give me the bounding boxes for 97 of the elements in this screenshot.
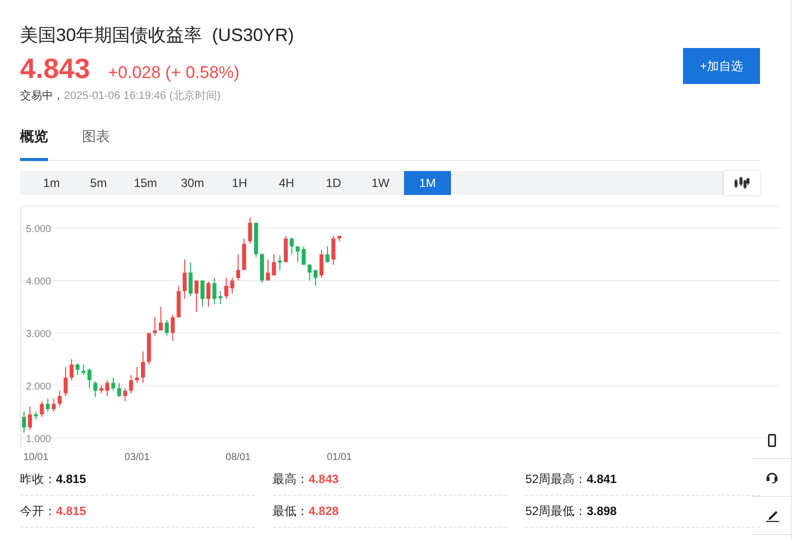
- x-axis-label: 01/01: [326, 452, 352, 462]
- candle: [58, 390, 62, 406]
- candle: [296, 245, 300, 262]
- x-axis-label: 10/01: [23, 452, 48, 462]
- tab[interactable]: 概览: [20, 124, 48, 160]
- price-value: 4.843: [20, 52, 90, 86]
- candle: [52, 398, 56, 412]
- candle: [284, 234, 288, 262]
- phone-icon[interactable]: [768, 434, 776, 447]
- candle: [320, 249, 324, 278]
- candle: [206, 280, 210, 307]
- candle: [170, 314, 175, 341]
- tab[interactable]: 图表: [82, 124, 110, 160]
- candle: [105, 379, 110, 396]
- stat-label: 52周最低：: [525, 503, 587, 520]
- candle: [82, 364, 86, 375]
- candle: [117, 382, 122, 398]
- candle: [200, 280, 204, 307]
- stat-label: 昨收：: [20, 471, 56, 488]
- candle: [337, 234, 342, 242]
- trading-status: 交易中，: [20, 88, 64, 104]
- candle: [76, 362, 80, 375]
- candle: [93, 380, 98, 398]
- candle: [314, 269, 318, 286]
- candle: [212, 276, 216, 304]
- candle: [236, 253, 240, 281]
- timestamp: 2025-01-06 16:19:46 (北京时间): [64, 88, 221, 104]
- candlestick-chart-button[interactable]: [724, 170, 760, 194]
- stat-value: 3.898: [586, 503, 617, 520]
- candle: [70, 358, 74, 380]
- candle: [146, 332, 151, 364]
- candle: [22, 410, 26, 433]
- candle: [158, 306, 163, 330]
- candle: [278, 254, 282, 270]
- x-axis-label: 03/01: [124, 452, 150, 462]
- candle: [302, 245, 306, 265]
- candle: [260, 252, 264, 284]
- pen-icon[interactable]: [766, 509, 778, 522]
- interval-tab[interactable]: 1m: [28, 170, 75, 194]
- headset-icon[interactable]: [766, 471, 778, 484]
- candle: [188, 261, 193, 296]
- candle: [230, 276, 234, 294]
- interval-tab[interactable]: 4H: [263, 170, 310, 194]
- price-change: +0.028 (+ 0.58%): [108, 62, 240, 84]
- candle: [272, 253, 276, 276]
- interval-tab[interactable]: 1H: [216, 170, 263, 194]
- candle: [34, 410, 38, 420]
- interval-tab[interactable]: 15m: [122, 170, 169, 194]
- candle: [331, 234, 336, 265]
- stat-value: 4.815: [56, 471, 86, 488]
- interval-tab[interactable]: 1M: [404, 170, 451, 194]
- candle: [176, 284, 181, 318]
- stat-label: 52周最高：: [525, 471, 587, 488]
- candle: [164, 318, 169, 336]
- page-title: 美国30年期国债收益率 (US30YR): [20, 24, 294, 47]
- candle: [99, 384, 104, 394]
- candle: [290, 236, 294, 254]
- candle: [28, 406, 32, 430]
- stat-label: 最低：: [272, 503, 309, 520]
- stat-value: 4.815: [56, 503, 86, 520]
- stat-value: 4.841: [586, 471, 617, 488]
- candle: [123, 387, 128, 402]
- candle: [46, 398, 50, 412]
- interval-tab[interactable]: 1D: [310, 170, 357, 194]
- interval-tab[interactable]: 1W: [357, 170, 404, 194]
- candle: [152, 316, 157, 336]
- interval-tab[interactable]: 30m: [169, 170, 216, 194]
- candle: [87, 368, 92, 388]
- candle: [224, 276, 228, 299]
- candle: [308, 262, 312, 281]
- candle: [248, 216, 252, 244]
- candlestick-icon: [734, 176, 750, 188]
- y-axis-label: 2.000: [26, 381, 52, 392]
- candle: [266, 258, 270, 281]
- stat-value: 4.843: [308, 471, 339, 488]
- x-axis-label: 08/01: [226, 452, 251, 462]
- interval-tab[interactable]: 5m: [75, 170, 122, 194]
- candle: [182, 258, 187, 299]
- y-axis-label: 3.000: [26, 328, 52, 340]
- candle: [40, 400, 44, 417]
- candle: [129, 374, 134, 394]
- stat-label: 最高：: [272, 471, 309, 488]
- y-axis-label: 1.000: [26, 433, 52, 444]
- y-axis-label: 5.000: [26, 224, 52, 235]
- stat-value: 4.828: [308, 503, 339, 520]
- candle: [111, 376, 116, 391]
- candle: [141, 350, 145, 383]
- candle: [218, 290, 222, 304]
- candle: [135, 366, 140, 383]
- candle: [64, 366, 68, 396]
- add-watchlist-button[interactable]: +加自选: [683, 48, 760, 84]
- candle: [194, 280, 199, 312]
- candle: [325, 245, 330, 262]
- y-axis-label: 4.000: [26, 276, 52, 288]
- stat-label: 今开：: [20, 503, 56, 520]
- candle: [254, 222, 258, 257]
- candle: [242, 238, 246, 270]
